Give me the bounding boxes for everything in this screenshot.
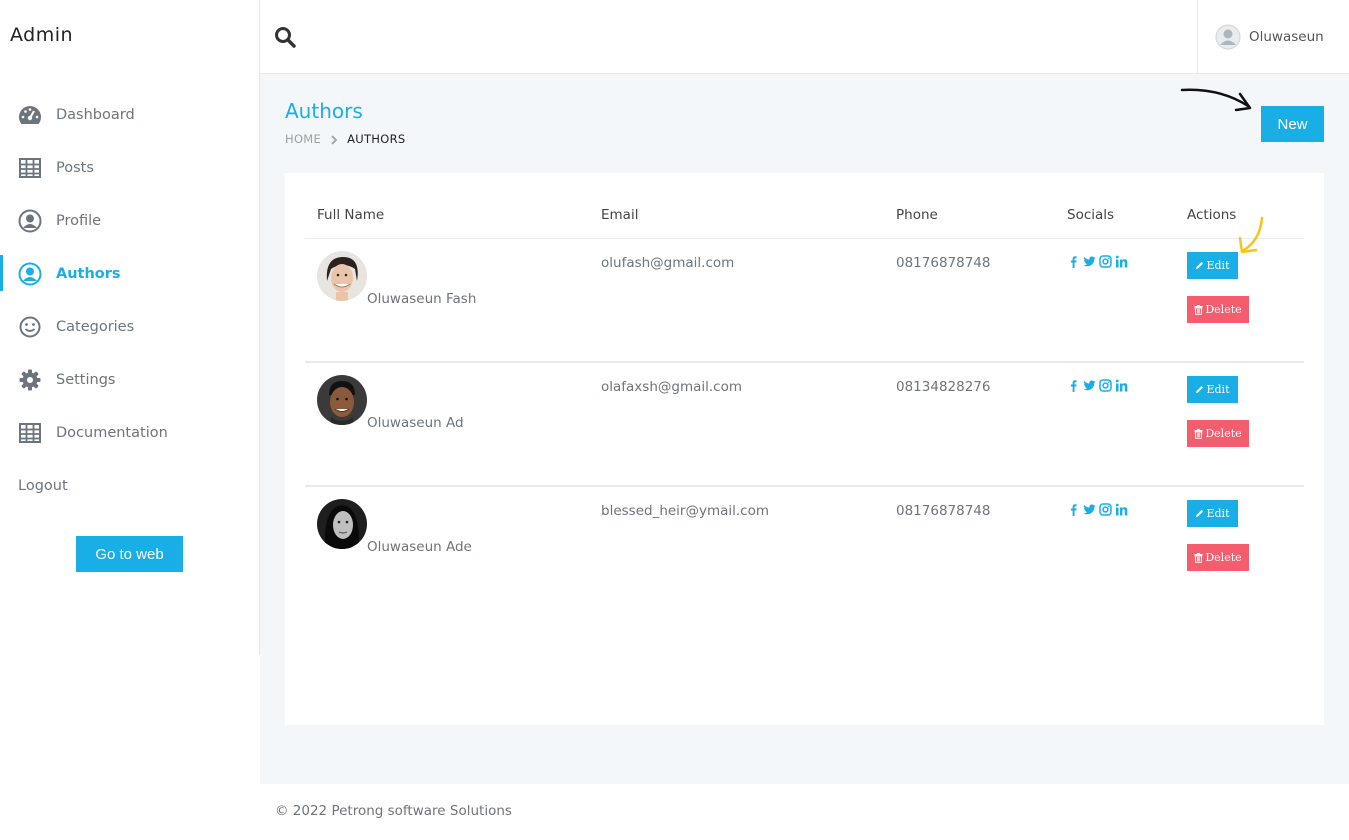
logout-label: Logout <box>18 477 68 494</box>
instagram-icon[interactable] <box>1099 503 1112 516</box>
linkedin-icon[interactable] <box>1115 379 1128 392</box>
user-circle-icon <box>18 262 42 286</box>
user-name: Oluwaseun <box>1249 29 1324 45</box>
avatar <box>317 499 367 549</box>
user-circle-icon <box>18 209 42 233</box>
sidebar-item-label: Authors <box>56 265 121 282</box>
avatar <box>1215 24 1241 50</box>
sidebar-item-settings[interactable]: Settings <box>0 353 259 406</box>
breadcrumb: HOME AUTHORS <box>285 132 406 146</box>
go-to-web-button[interactable]: Go to web <box>76 536 183 572</box>
new-author-button[interactable]: New <box>1261 106 1324 142</box>
smile-icon <box>18 315 42 339</box>
edit-label: Edit <box>1206 259 1230 272</box>
edit-button[interactable]: Edit <box>1187 376 1238 403</box>
delete-button[interactable]: Delete <box>1187 296 1249 323</box>
trash-icon <box>1194 304 1203 315</box>
logout-link[interactable]: Logout <box>0 459 259 512</box>
page-title: Authors <box>285 99 363 123</box>
author-name: Oluwaseun Ade <box>367 539 472 555</box>
edit-button[interactable]: Edit <box>1187 252 1238 279</box>
author-phone: 08134828276 <box>896 379 991 395</box>
search-icon[interactable] <box>274 26 296 48</box>
linkedin-icon[interactable] <box>1115 255 1128 268</box>
authors-table: Full Name Email Phone Socials Actions Ol… <box>285 173 1324 725</box>
main-content: Authors HOME AUTHORS New Full Name Email… <box>260 74 1349 784</box>
delete-button[interactable]: Delete <box>1187 544 1249 571</box>
column-header: Actions <box>1187 207 1237 223</box>
social-links <box>1067 503 1128 516</box>
sidebar-item-label: Posts <box>56 159 94 176</box>
author-name: Oluwaseun Ad <box>367 415 464 431</box>
breadcrumb-current: AUTHORS <box>347 132 406 146</box>
table-icon <box>18 156 42 180</box>
delete-label: Delete <box>1205 551 1242 564</box>
delete-button[interactable]: Delete <box>1187 420 1249 447</box>
sidebar-item-label: Categories <box>56 318 135 335</box>
avatar <box>317 375 367 425</box>
column-header: Full Name <box>317 207 385 223</box>
facebook-icon[interactable] <box>1067 379 1080 392</box>
edit-label: Edit <box>1206 383 1230 396</box>
social-links <box>1067 379 1128 392</box>
author-phone: 08176878748 <box>896 255 991 271</box>
sidebar-item-label: Documentation <box>56 424 168 441</box>
sidebar-item-authors[interactable]: Authors <box>0 247 259 300</box>
brand-title: Admin <box>10 24 74 46</box>
gear-icon <box>18 368 42 392</box>
chevron-right-icon <box>329 134 339 145</box>
sidebar-item-dashboard[interactable]: Dashboard <box>0 88 259 141</box>
edit-button[interactable]: Edit <box>1187 500 1238 527</box>
table-row: Oluwaseun Ad olafaxsh@gmail.com 08134828… <box>305 363 1304 487</box>
sidebar-item-documentation[interactable]: Documentation <box>0 406 259 459</box>
delete-label: Delete <box>1205 427 1242 440</box>
author-email: olafaxsh@gmail.com <box>601 379 743 395</box>
annotation-arrow-icon <box>1180 88 1252 112</box>
pencil-icon <box>1196 262 1204 269</box>
table-header: Full Name Email Phone Socials Actions <box>305 207 1304 239</box>
annotation-arrow-icon <box>1238 216 1264 254</box>
sidebar: Admin Dashboard Posts Profile Authors Ca… <box>0 0 260 655</box>
user-menu[interactable]: Oluwaseun <box>1197 0 1349 74</box>
sidebar-nav: Dashboard Posts Profile Authors Categori… <box>0 88 259 512</box>
sidebar-item-profile[interactable]: Profile <box>0 194 259 247</box>
table-row: Oluwaseun Ade blessed_heir@ymail.com 081… <box>305 487 1304 611</box>
trash-icon <box>1194 552 1203 563</box>
column-header: Phone <box>896 207 938 223</box>
facebook-icon[interactable] <box>1067 255 1080 268</box>
pencil-icon <box>1196 386 1204 393</box>
sidebar-item-label: Profile <box>56 212 102 229</box>
edit-label: Edit <box>1206 507 1230 520</box>
twitter-icon[interactable] <box>1083 503 1096 516</box>
table-icon <box>18 421 42 445</box>
instagram-icon[interactable] <box>1099 255 1112 268</box>
table-row: Oluwaseun Fash olufash@gmail.com 0817687… <box>305 239 1304 363</box>
author-email: olufash@gmail.com <box>601 255 735 271</box>
sidebar-item-label: Dashboard <box>56 106 135 123</box>
author-phone: 08176878748 <box>896 503 991 519</box>
avatar <box>317 251 367 301</box>
pencil-icon <box>1196 510 1204 517</box>
sidebar-item-label: Settings <box>56 371 116 388</box>
twitter-icon[interactable] <box>1083 379 1096 392</box>
author-email: blessed_heir@ymail.com <box>601 503 770 519</box>
breadcrumb-home[interactable]: HOME <box>285 132 321 146</box>
dashboard-icon <box>18 103 42 127</box>
author-name: Oluwaseun Fash <box>367 291 477 307</box>
column-header: Email <box>601 207 639 223</box>
delete-label: Delete <box>1205 303 1242 316</box>
sidebar-item-posts[interactable]: Posts <box>0 141 259 194</box>
linkedin-icon[interactable] <box>1115 503 1128 516</box>
footer-copyright: © 2022 Petrong software Solutions <box>275 803 512 819</box>
column-header: Socials <box>1067 207 1115 223</box>
twitter-icon[interactable] <box>1083 255 1096 268</box>
facebook-icon[interactable] <box>1067 503 1080 516</box>
instagram-icon[interactable] <box>1099 379 1112 392</box>
social-links <box>1067 255 1128 268</box>
sidebar-item-categories[interactable]: Categories <box>0 300 259 353</box>
trash-icon <box>1194 428 1203 439</box>
topbar: Oluwaseun <box>260 0 1349 74</box>
